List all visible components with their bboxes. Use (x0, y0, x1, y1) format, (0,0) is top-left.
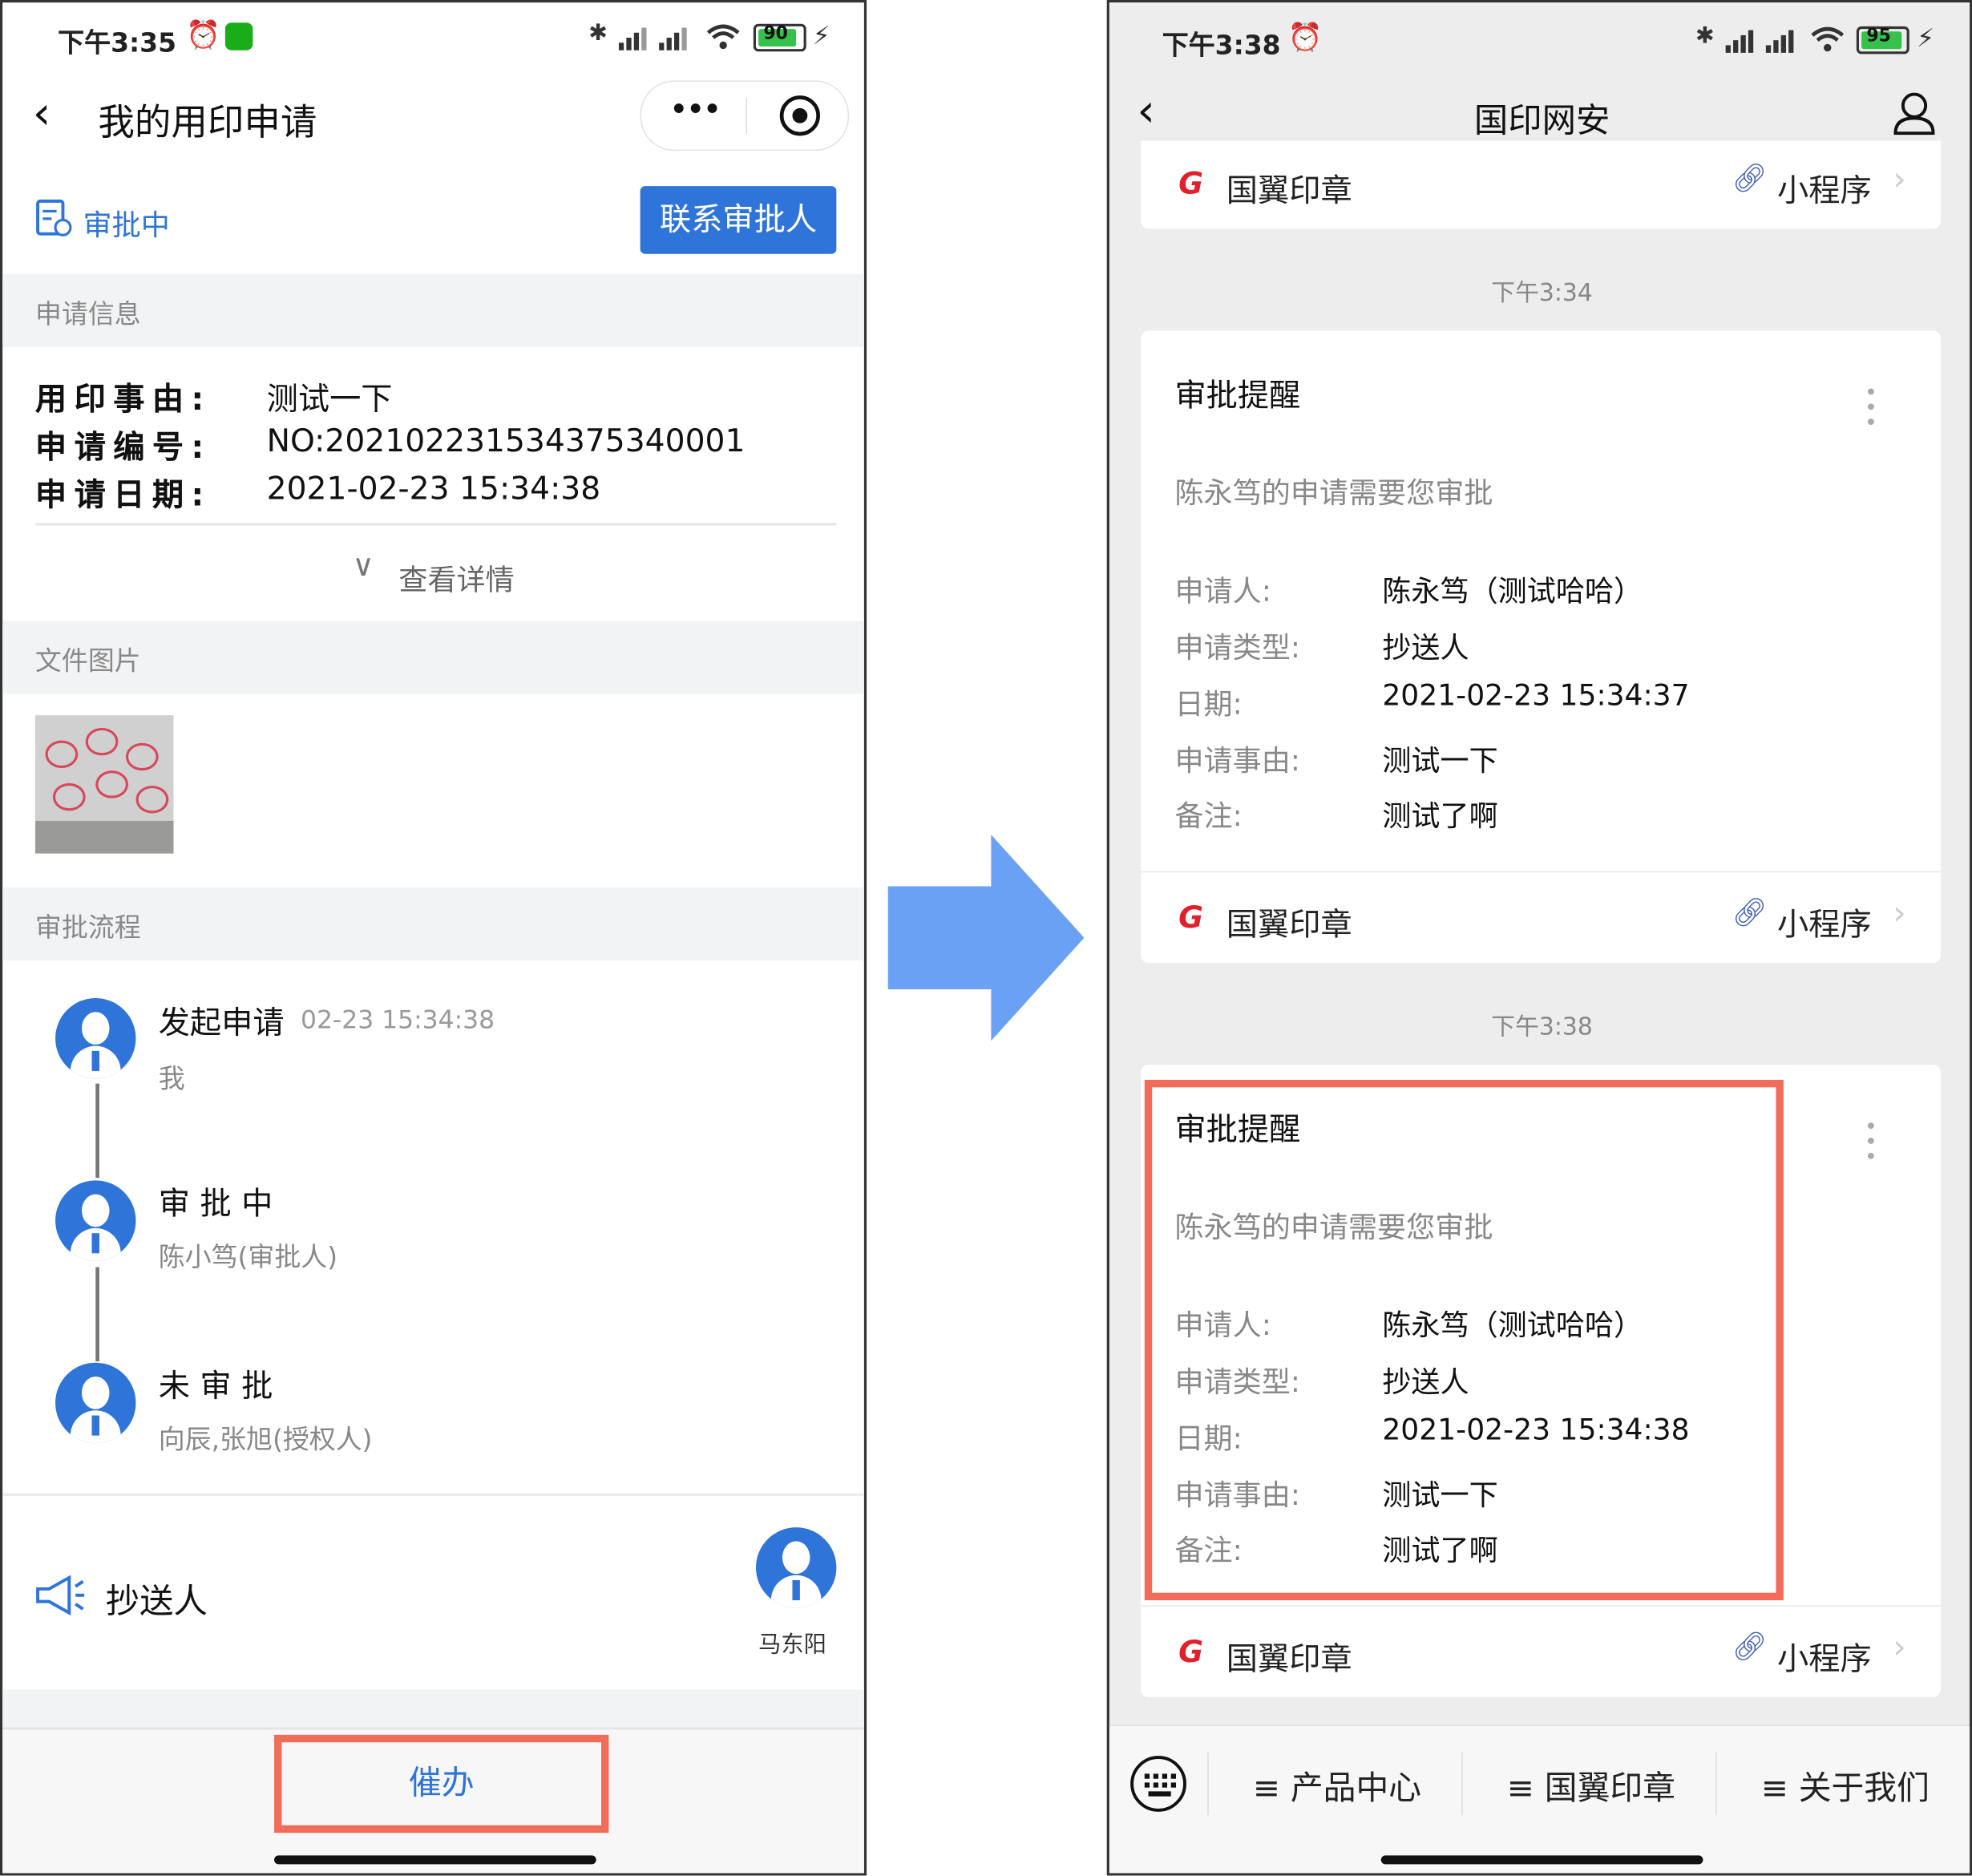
megaphone-icon (36, 1575, 85, 1616)
chat-title: 国印网安 (1473, 102, 1610, 141)
wifi-icon (1811, 26, 1845, 52)
chevron-down-icon: ∨ (352, 548, 374, 584)
cc-label: 抄送人 (105, 1583, 208, 1622)
apply-number-label: 申请编号: (34, 428, 212, 466)
chevron-right-icon: › (1893, 895, 1906, 933)
wechat-icon (224, 22, 253, 51)
menu-brand-seal[interactable]: ≡ 国翼印章 (1507, 1762, 1675, 1809)
reason-value: 测试一下 (266, 381, 393, 418)
section-file-images: 文件图片 (2, 621, 864, 694)
brand-logo-icon: G (1178, 1634, 1204, 1670)
more-vertical-icon[interactable] (1867, 388, 1875, 434)
keyboard-icon[interactable] (1129, 1755, 1187, 1813)
profile-icon[interactable] (1892, 91, 1937, 135)
transition-arrow-icon (887, 835, 1085, 1041)
avatar (55, 1362, 136, 1444)
capsule-menu: ••• (640, 80, 850, 152)
apply-date-value: 2021-02-23 15:34:38 (266, 470, 601, 507)
message-card-footer[interactable]: G 国翼印章 🔗︎ 小程序 › (1141, 140, 1941, 229)
flow-step-title: 审 批 中 (158, 1185, 273, 1223)
flow-step-time: 02-23 15:34:38 (300, 1004, 495, 1035)
miniprogram-label: 小程序 (1776, 1640, 1872, 1677)
chevron-right-icon: › (1893, 160, 1906, 199)
home-indicator (274, 1855, 596, 1865)
left-phone-screen: 下午3:35 ⏰ ✱ 90 ⚡ ‹ 我的用印申请 ••• 审批中 联系审批人 申… (0, 0, 867, 1876)
more-dots-icon[interactable]: ••• (669, 91, 722, 129)
flow-step-title: 未 审 批 (158, 1367, 273, 1405)
signal-icon (618, 27, 687, 51)
miniprogram-label: 小程序 (1776, 172, 1872, 209)
message-subtitle: 陈永笃的申请需要您审批 (1174, 477, 1493, 511)
section-approval-flow: 审批流程 (2, 887, 864, 960)
avatar (755, 1527, 837, 1608)
flow-connector (95, 1083, 99, 1179)
flow-connector (95, 1267, 99, 1362)
avatar (55, 997, 136, 1079)
reason-label: 用印事由: (34, 381, 212, 418)
flow-step-person: 陈小笃(审批人) (158, 1242, 338, 1272)
flow-step-person: 我 (158, 1063, 185, 1094)
apply-number-value: NO:202102231534375340001 (266, 422, 746, 459)
signal-icon (1725, 30, 1794, 53)
more-vertical-icon[interactable] (1867, 1122, 1875, 1167)
link-icon: 🔗︎ (1732, 897, 1768, 929)
status-time: 下午3:35 (58, 27, 177, 59)
avatar (55, 1180, 136, 1261)
message-card-footer[interactable]: G 国翼印章 🔗︎ 小程序 › (1141, 871, 1941, 963)
charging-icon: ⚡ (1917, 22, 1935, 53)
flow-step-person: 向辰,张旭(授权人) (158, 1424, 373, 1455)
section-apply-info: 申请信息 (2, 273, 864, 347)
battery-icon: 90 (753, 23, 806, 52)
home-indicator (1380, 1855, 1703, 1865)
highlight-box (274, 1734, 609, 1834)
spacer (2, 1689, 864, 1728)
divider (34, 523, 837, 526)
contact-approver-button[interactable]: 联系审批人 (640, 186, 837, 254)
approval-doc-icon (36, 199, 72, 237)
link-icon: 🔗︎ (1732, 163, 1768, 196)
message-time: 下午3:34 (1491, 279, 1593, 307)
menu-product-center[interactable]: ≡ 产品中心 (1253, 1762, 1421, 1809)
cc-person-name: 马东阳 (758, 1631, 826, 1659)
highlight-box (1144, 1079, 1784, 1601)
message-title: 审批提醒 (1174, 377, 1301, 414)
page-title: 我的用印申请 (98, 100, 317, 144)
bluetooth-icon: ✱ (1695, 22, 1715, 50)
charging-icon: ⚡ (812, 20, 830, 51)
apply-date-label: 申请日期: (34, 476, 212, 513)
status-label: 审批中 (83, 209, 170, 243)
brand-logo-icon: G (1178, 165, 1204, 201)
alarm-icon: ⏰ (1287, 22, 1323, 55)
chevron-right-icon: › (1893, 1629, 1906, 1668)
menu-about-us[interactable]: ≡ 关于我们 (1761, 1762, 1930, 1809)
status-time: 下午3:38 (1162, 30, 1281, 61)
battery-icon: 95 (1856, 26, 1909, 55)
miniprogram-label: 小程序 (1776, 906, 1872, 943)
brand-logo-icon: G (1178, 900, 1204, 936)
brand-name: 国翼印章 (1226, 172, 1352, 209)
message-card-footer[interactable]: G 国翼印章 🔗︎ 小程序 › (1141, 1605, 1941, 1696)
brand-name: 国翼印章 (1226, 1640, 1352, 1677)
back-chevron-icon[interactable]: ‹ (33, 88, 51, 139)
divider (2, 1493, 864, 1496)
alarm-icon: ⏰ (186, 20, 221, 52)
close-target-icon[interactable] (779, 95, 820, 136)
message-time: 下午3:38 (1491, 1013, 1593, 1041)
link-icon: 🔗︎ (1732, 1631, 1768, 1664)
right-phone-screen: 下午3:38 ⏰ ✱ 95 ⚡ ‹ 国印网安 G 国翼印章 🔗︎ 小程序 › 下… (1106, 0, 1972, 1876)
brand-name: 国翼印章 (1226, 906, 1352, 943)
wifi-icon (706, 24, 740, 50)
flow-step-title: 发起申请 (158, 1004, 285, 1041)
bluetooth-icon: ✱ (588, 20, 608, 47)
approval-message-card[interactable]: 审批提醒 陈永笃的申请需要您审批 申请人: 陈永笃（测试哈哈） 申请类型: 抄送人 … (1141, 330, 1941, 964)
file-image-thumbnail[interactable] (34, 715, 174, 854)
